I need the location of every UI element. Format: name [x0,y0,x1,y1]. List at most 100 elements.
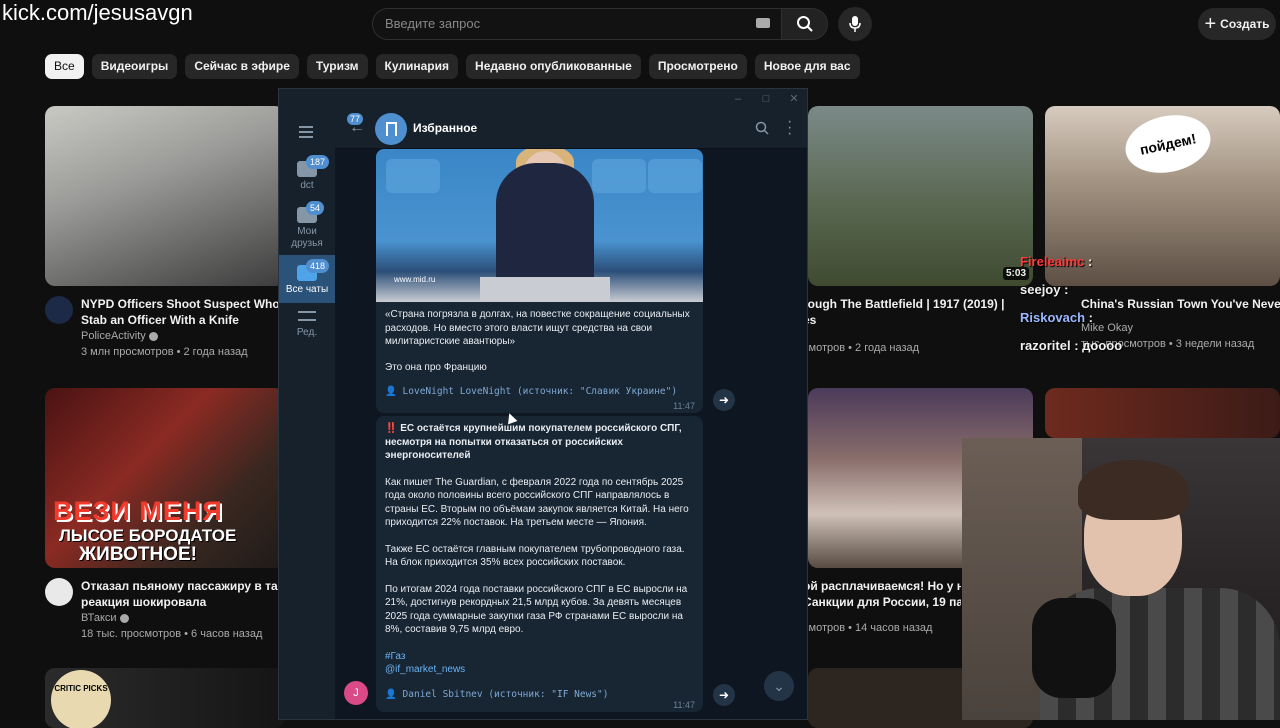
chip-tourism[interactable]: Туризм [306,54,368,79]
video-title[interactable]: Отказал пьяному пассажиру в так [81,578,281,594]
folder-label: Ред. [296,327,318,338]
chat-user: seejoy [1020,282,1061,297]
video-info: NYPD Officers Shoot Suspect Who A Stab a… [81,296,281,360]
video-meta: 3 млн просмотров • 2 года назад [81,346,248,358]
maximize-icon[interactable]: □ [759,92,773,106]
thumbnail-caption: ВЕЗИ МЕНЯ [53,496,223,526]
video-thumbnail[interactable]: CRITIC PICKS [45,668,285,728]
chip-new-for-you[interactable]: Новое для вас [754,54,860,79]
avatar[interactable] [45,578,73,606]
channel-name[interactable]: PoliceActivity [81,330,146,342]
plus-icon: + [1204,13,1217,35]
video-meta: смотров • 2 года назад [803,342,920,354]
more-vertical-icon[interactable]: · · · [787,114,792,142]
unread-badge: 77 [347,113,364,125]
folder-edit[interactable]: Ред. [279,311,335,338]
bookmark-icon [385,122,397,136]
message-text: По итогам 2024 года поставки российского… [385,583,688,636]
verified-icon [148,331,158,341]
critic-picks-badge: CRITIC PICKS [51,670,111,728]
minimize-icon[interactable]: – [731,92,745,106]
menu-icon[interactable] [299,123,313,141]
folder-label: Все чаты [285,284,329,295]
chat-title[interactable]: Избранное [413,121,477,135]
folder-label: Мои друзья [291,226,323,249]
message-time: 11:47 [673,700,695,710]
thumbnail-caption: пойдем! [1120,107,1216,181]
message-photo[interactable]: www.mid.ru [376,149,703,302]
message-text: Также ЕС остаётся главным покупателем тр… [385,543,685,569]
keyboard-icon[interactable] [756,18,770,28]
video-thumbnail[interactable]: 5:03 [808,106,1033,286]
video-info: rough The Battlefield | 1917 (2019) | es… [803,296,1028,356]
folder-my-friends[interactable]: 54 Мои друзья [279,201,335,250]
chip-watched[interactable]: Просмотрено [648,54,747,79]
message-bubble[interactable]: ‼️ ЕС остаётся крупнейшим покупателем ро… [376,416,703,712]
search-button[interactable] [782,8,828,40]
video-thumbnail[interactable] [45,106,285,286]
video-title[interactable]: Санкции для России, 19 пак [803,594,961,610]
video-meta: 18 тыс. просмотров • 6 часов назад [81,628,263,640]
thumbnail-caption: ЛЫСОЕ БОРОДАТОЕ [59,526,237,545]
video-title[interactable]: Stab an Officer With a Knife [81,312,281,328]
message-text: Как пишет The Guardian, с февраля 2022 г… [385,476,689,529]
chat-user: Fireleaimc [1020,254,1085,269]
window-titlebar: – □ ✕ [279,89,807,109]
saved-messages-avatar[interactable] [375,113,407,145]
video-title[interactable]: rough The Battlefield | 1917 (2019) | [803,296,1028,312]
folder-dct[interactable]: 187 dct [279,155,335,191]
message-headline: ‼️ ЕС остаётся крупнейшим покупателем ро… [385,423,682,461]
unread-badge: 418 [306,259,330,273]
forward-share-icon[interactable]: ➜ [713,684,735,706]
verified-icon [119,613,129,623]
search-input[interactable]: Введите запрос [372,8,782,40]
unread-badge: 187 [306,155,330,169]
video-meta: смотров • 14 часов назад [803,622,933,634]
message-bubble[interactable]: www.mid.ru «Страна погрязла в долгах, на… [376,149,703,413]
chip-all[interactable]: Все [45,54,84,79]
message-time: 11:47 [673,401,695,411]
chip-cooking[interactable]: Кулинария [375,54,459,79]
video-thumbnail[interactable] [1045,388,1280,438]
hashtag-link[interactable]: #Газ [376,650,703,664]
photo-caption: www.mid.ru [394,275,436,284]
thumbnail-caption: ЖИВОТНОЕ! [79,544,197,565]
search-icon[interactable] [755,121,769,140]
video-info: ой расплачиваемся! Но у н Санкции для Ро… [803,578,961,636]
video-title[interactable]: реакция шокировала [81,594,281,610]
chat-message: seejoy : [1020,276,1122,304]
telegram-window: – □ ✕ 187 dct 54 Мои друзья 418 Все чаты… [278,88,808,720]
microphone [1032,598,1116,698]
chat-message: razoritel : дoooo [1020,332,1122,360]
forwarded-from[interactable]: 👤 LoveNight LoveNight (источник: "Славик… [376,386,703,397]
voice-search-button[interactable] [838,7,872,41]
search-icon [796,16,813,32]
close-icon[interactable]: ✕ [787,92,801,106]
chip-recently-uploaded[interactable]: Недавно опубликованные [466,54,641,79]
chat-text: : дoooo [1074,338,1123,353]
chat-message: Fireleaimc : [1020,248,1122,276]
message-text: «Страна погрязла в долгах, на повестке с… [385,309,690,347]
microphone-icon [849,16,861,32]
video-info: Отказал пьяному пассажиру в так реакция … [81,578,281,642]
chip-videogames[interactable]: Видеоигры [91,54,178,79]
chip-live[interactable]: Сейчас в эфире [185,54,299,79]
channel-name[interactable]: ВТакси [81,612,117,624]
message-text: Это она про Францию [385,361,487,373]
avatar[interactable] [45,296,73,324]
scroll-down-button[interactable]: ⌄ [764,671,794,701]
create-button[interactable]: + Создать [1198,8,1276,40]
sliders-icon [298,311,316,321]
video-title[interactable]: ой расплачиваемся! Но у н [803,578,961,594]
stream-chat-overlay: Fireleaimc : seejoy : Riskovach : razori… [1020,248,1122,360]
channel-link[interactable]: @if_market_news [376,663,703,677]
unread-badge: 54 [306,201,325,215]
video-title[interactable]: NYPD Officers Shoot Suspect Who A [81,296,281,312]
chat-text: : [1088,310,1094,325]
video-thumbnail[interactable]: ВЕЗИ МЕНЯ ЛЫСОЕ БОРОДАТОЕ ЖИВОТНОЕ! [45,388,285,568]
sender-avatar[interactable]: J [344,681,368,705]
video-title[interactable]: es [803,312,1028,328]
forward-share-icon[interactable]: ➜ [713,389,735,411]
forwarded-from[interactable]: 👤 Daniel Sbitnev (источник: "IF News") [376,689,703,700]
folder-all-chats[interactable]: 418 Все чаты [279,255,335,303]
